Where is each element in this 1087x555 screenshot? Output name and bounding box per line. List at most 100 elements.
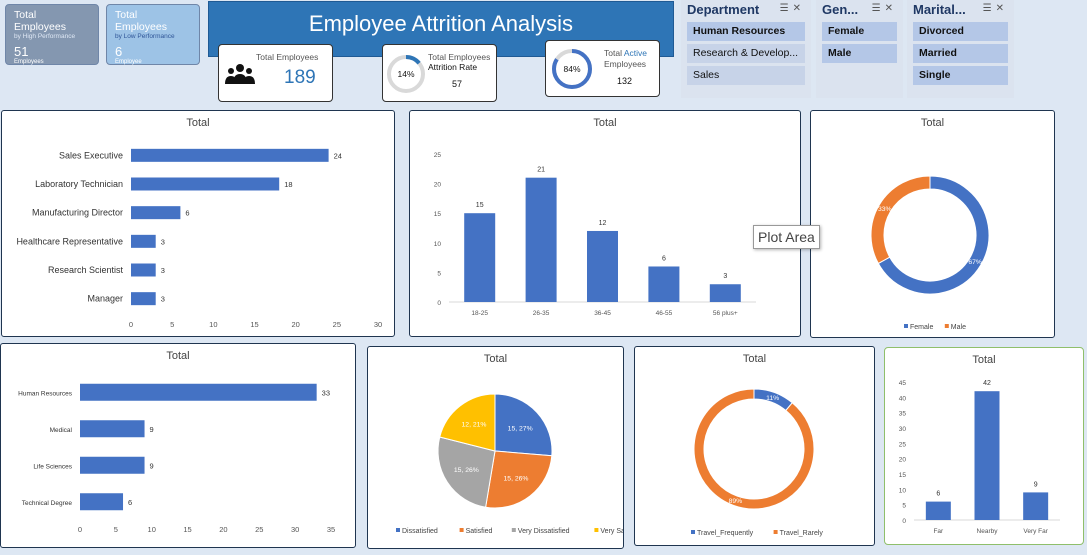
data-label: 6 (936, 491, 940, 498)
chart-satisfaction[interactable]: Total 15, 27% 15, 26% 15, 26% 12, 21% Dissat… (367, 346, 624, 549)
data-label: 3 (161, 237, 165, 246)
bar-research-scientist (131, 263, 156, 277)
x-tick-label: 35 (327, 525, 335, 534)
category-label-human-resources: Human Resources (18, 390, 73, 397)
department-slicer[interactable]: Department ☰✕ Human Resources Research &… (681, 0, 811, 98)
bar-life-sciences (80, 456, 145, 474)
legend-label-travel-rarely: Travel_Rarely (780, 530, 824, 537)
slicer-item-research[interactable]: Research & Develop... (687, 44, 805, 63)
x-tick-label: 0 (78, 525, 82, 534)
active-value: 132 (617, 76, 633, 86)
category-label-healthcare-representative: Healthcare Representative (16, 236, 123, 246)
data-label: 21 (537, 167, 545, 174)
y-tick-label: 15 (899, 472, 907, 479)
slicer-filter-icons[interactable]: ☰✕ (872, 3, 897, 14)
slicer-filter-icons[interactable]: ☰✕ (983, 3, 1008, 14)
kpi-high-title: Total Employees (14, 9, 66, 33)
bar-very-far (1023, 492, 1049, 520)
chart-business-travel[interactable]: Total 11% 89% Travel_Frequently Travel_Rare… (634, 346, 875, 546)
kpi-low-sub: by Low Performance (115, 33, 175, 40)
education-bar-chart: 0 5 10 15 20 25 30 35 Human Resources 33 Medical 9 L… (18, 383, 335, 534)
active-employees-card[interactable]: 84% Total Active Employees 132 (545, 40, 660, 97)
active-gauge: 84% (552, 49, 592, 89)
chart-distance[interactable]: Total 0 5 10 15 20 25 30 35 40 45 6 Far 42 Nearby 9 Ver… (884, 347, 1084, 545)
legend-label-very-satisfied: Very Satisfied (600, 528, 623, 535)
slicer-item-human-resources[interactable]: Human Resources (687, 22, 805, 41)
kpi-high-performance[interactable]: Total Employees by High Performance 51 E… (5, 4, 99, 65)
total-employees-card[interactable]: Total Employees 189 (218, 44, 333, 102)
y-tick-label: 10 (434, 241, 442, 248)
slice-label: 67% (968, 259, 982, 266)
active-line2: Employees (604, 59, 647, 69)
y-tick-label: 5 (902, 503, 906, 510)
attrition-pct: 14% (397, 69, 414, 79)
y-tick-label: 5 (437, 270, 441, 277)
x-tick-label: 0 (129, 320, 133, 329)
legend-swatch-satisfied (459, 528, 464, 532)
bar-laboratory-technician (131, 177, 280, 191)
chart-gender[interactable]: Total 67% 33% Female Male (810, 110, 1055, 338)
data-label: 9 (1034, 481, 1038, 488)
dashboard-title: Employee Attrition Analysis (308, 11, 574, 36)
data-label: 3 (161, 295, 165, 304)
category-label-nearby: Nearby (977, 528, 999, 535)
attrition-line2: Attrition Rate (428, 62, 478, 72)
category-label-18-25: 18-25 (471, 310, 488, 317)
kpi-low-unit: Employee (115, 59, 142, 65)
slicer-item-male[interactable]: Male (822, 44, 897, 63)
slicer-item-single[interactable]: Single (913, 66, 1008, 85)
kpi-low-title: Total Employees (115, 9, 167, 33)
chart-job-role[interactable]: Total 0 5 10 15 20 25 30 Sales Executive 24 Labor… (1, 110, 395, 337)
x-tick-label: 5 (170, 320, 174, 329)
x-tick-label: 20 (219, 525, 227, 534)
category-label-technical-degree: Technical Degree (22, 500, 73, 507)
slicer-item-sales[interactable]: Sales (687, 66, 805, 85)
slicer-item-female[interactable]: Female (822, 22, 897, 41)
legend-swatch-travel-rarely (773, 530, 778, 534)
y-tick-label: 20 (434, 182, 442, 189)
slicer-item-married[interactable]: Married (913, 44, 1008, 63)
bar-56-plus (709, 284, 741, 302)
attrition-rate-card[interactable]: 14% Total Employees Attrition Rate 57 (382, 44, 497, 102)
x-tick-label: 10 (209, 320, 217, 329)
total-employees-label: Total Employees (256, 52, 319, 62)
bar-nearby (974, 391, 1000, 520)
legend-swatch-dissatisfied (396, 528, 400, 532)
attrition-line1: Total Employees (428, 52, 491, 62)
category-label-46-55: 46-55 (656, 310, 673, 317)
slice-travel-rarely (693, 388, 815, 510)
data-label: 33 (322, 388, 330, 397)
chart-age-group[interactable]: Total 0 5 10 15 20 25 15 18-25 21 26-35 12 36-45 6 46… (409, 110, 801, 337)
travel-donut-chart: 11% 89% Travel_Frequently Travel_Rarely (691, 388, 824, 537)
data-label: 6 (185, 209, 189, 218)
legend-label-travel-frequently: Travel_Frequently (697, 530, 754, 537)
chart-education-field[interactable]: Total 0 5 10 15 20 25 30 35 Human Resources 33 Med… (0, 343, 356, 548)
bar-26-35 (525, 177, 557, 302)
distance-bar-chart: 0 5 10 15 20 25 30 35 40 45 6 Far 42 Nearby 9 Very Far (899, 380, 1060, 535)
bar-18-25 (464, 213, 496, 302)
data-label: 6 (128, 498, 132, 507)
legend-swatch-very-dissatisfied (511, 528, 516, 532)
gender-slicer[interactable]: Gen... ☰✕ Female Male (816, 0, 903, 98)
slice-label: 15, 27% (508, 425, 533, 432)
marital-slicer[interactable]: Marital... ☰✕ Divorced Married Single (907, 0, 1014, 98)
x-tick-label: 20 (291, 320, 299, 329)
slicer-item-divorced[interactable]: Divorced (913, 22, 1008, 41)
data-label: 42 (983, 380, 991, 387)
attrition-value: 57 (452, 79, 463, 89)
category-label-far: Far (933, 528, 944, 535)
attrition-gauge: 14% (387, 55, 425, 93)
active-line1-b: Active (623, 48, 648, 58)
bar-36-45 (587, 230, 618, 302)
bar-sales-executive (131, 148, 329, 162)
slice-label: 89% (729, 498, 743, 505)
people-icon (225, 64, 255, 84)
data-label: 24 (334, 151, 342, 160)
kpi-low-performance[interactable]: Total Employees by Low Performance 6 Emp… (106, 4, 200, 65)
bar-technical-degree (80, 493, 124, 511)
y-tick-label: 35 (899, 411, 907, 418)
x-tick-label: 5 (114, 525, 118, 534)
category-label-36-45: 36-45 (594, 310, 611, 317)
bar-46-55 (648, 266, 680, 302)
slicer-filter-icons[interactable]: ☰✕ (780, 3, 805, 14)
